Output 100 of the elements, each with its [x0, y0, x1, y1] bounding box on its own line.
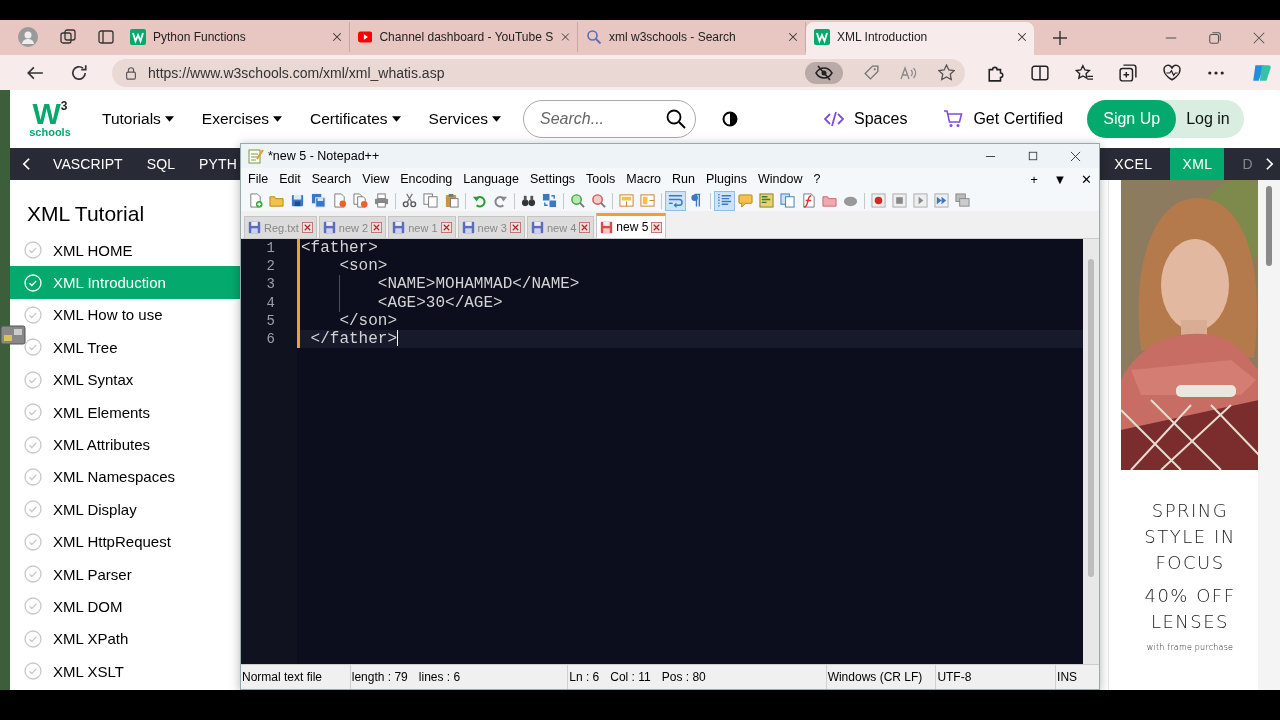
sidebar-item[interactable]: XML Parser: [10, 557, 240, 591]
menu-item[interactable]: Encoding: [395, 172, 459, 186]
favorites-icon[interactable]: [1075, 63, 1093, 82]
close-icon[interactable]: [1070, 150, 1081, 162]
indent-guide-button[interactable]: [714, 190, 735, 211]
collections-icon[interactable]: [1119, 63, 1137, 82]
star-icon[interactable]: [938, 64, 955, 81]
search-icon[interactable]: [666, 109, 686, 129]
check-circle-icon: [24, 435, 42, 454]
record-button[interactable]: [868, 190, 889, 211]
split-screen-icon[interactable]: [1031, 63, 1049, 82]
copy-icon: [423, 193, 438, 208]
scrollbar[interactable]: [1083, 239, 1099, 664]
refresh-icon[interactable]: [70, 63, 88, 82]
menu-button[interactable]: +: [1027, 171, 1041, 187]
site-logo[interactable]: W$^{3}$ schools: [30, 100, 70, 138]
tab-actions-icon[interactable]: [98, 29, 114, 45]
get-certified-link[interactable]: Get Certified: [943, 110, 1064, 128]
menu-item[interactable]: View: [357, 172, 396, 186]
menu-item[interactable]: Search: [306, 172, 358, 186]
sidebar-item[interactable]: XML Elements: [10, 395, 240, 429]
chevron-right-icon[interactable]: [1265, 157, 1274, 171]
chevron-left-icon[interactable]: [22, 157, 31, 171]
play-button[interactable]: [910, 190, 931, 211]
nav-menu[interactable]: Certificates: [310, 110, 401, 128]
close-icon[interactable]: [509, 222, 521, 233]
close-icon[interactable]: [579, 222, 591, 233]
close-icon[interactable]: [331, 31, 343, 43]
sidebar-item[interactable]: XML DOM: [10, 590, 240, 623]
sidebar-item[interactable]: XML XPath: [10, 622, 240, 656]
sidebar-item[interactable]: XML HttpRequest: [10, 525, 240, 558]
sidebar-item[interactable]: XML Attributes: [10, 428, 240, 461]
menu-item[interactable]: Settings: [524, 172, 582, 186]
heart-pulse-icon[interactable]: [1163, 63, 1181, 82]
document-list-button[interactable]: [777, 190, 798, 211]
contrast-icon[interactable]: [722, 111, 738, 127]
menu-item[interactable]: Edit: [274, 172, 307, 186]
close-icon[interactable]: [1252, 31, 1266, 45]
nav-menu[interactable]: Tutorials: [102, 110, 174, 128]
menu-item[interactable]: Language: [458, 172, 525, 186]
sidebar-item[interactable]: XML Tree: [10, 331, 240, 364]
browser-tab[interactable]: XML Introduction: [806, 22, 1034, 55]
topic-tab[interactable]: D: [1240, 148, 1255, 180]
advertisement[interactable]: SPRING STYLE IN FOCUS 40% OFF LENSES with frame purchase: [1108, 180, 1258, 690]
fast-forward-button[interactable]: [931, 190, 952, 211]
menu-item[interactable]: Macro: [621, 172, 668, 186]
document-map-button[interactable]: [756, 190, 777, 211]
browser-tab[interactable]: Python Functions: [122, 22, 350, 52]
menu-button[interactable]: ✕: [1079, 171, 1093, 187]
sidebar-item[interactable]: XML HOME: [10, 234, 240, 267]
menu-item[interactable]: ?: [808, 172, 827, 186]
code-line: <NAME>MOHAMMAD</NAME>: [301, 275, 580, 294]
restore-icon[interactable]: [1208, 31, 1222, 45]
topic-tab[interactable]: PYTH: [197, 148, 239, 180]
read-aloud-icon[interactable]: [900, 64, 918, 81]
menu-item[interactable]: File: [243, 172, 275, 186]
ad-offer: 40% OFF LENSES: [1144, 584, 1236, 634]
close-icon[interactable]: [787, 31, 799, 43]
new-file-icon: [248, 193, 263, 208]
topic-tab[interactable]: SQL: [144, 148, 178, 180]
sidebar-item[interactable]: XML How to use: [10, 298, 240, 332]
menu-item[interactable]: Tools: [581, 172, 622, 186]
close-icon[interactable]: [1016, 31, 1028, 43]
check-circle-icon: [24, 662, 42, 681]
nav-menu[interactable]: Services: [428, 110, 501, 128]
log-in-button[interactable]: Log in: [1176, 100, 1244, 138]
check-circle-icon: [24, 500, 42, 519]
spaces-link[interactable]: Spaces: [824, 110, 908, 128]
menu-item[interactable]: Window: [752, 172, 809, 186]
sidebar-item[interactable]: XML XSLT: [10, 655, 240, 688]
sidebar-item[interactable]: XML Namespaces: [10, 460, 240, 494]
copy-button[interactable]: [420, 190, 441, 211]
file-tab[interactable]: new 5: [596, 213, 667, 238]
new-tab-icon[interactable]: [1052, 30, 1068, 46]
tracking-prevention-button[interactable]: [805, 61, 843, 84]
close-icon[interactable]: [371, 222, 383, 233]
zoom-in-icon: [570, 193, 585, 208]
scrollbar[interactable]: [1258, 180, 1280, 690]
nav-menu[interactable]: Exercises: [201, 110, 283, 128]
menu-button[interactable]: ▼: [1053, 171, 1067, 187]
close-icon[interactable]: [301, 222, 313, 233]
stop-button[interactable]: [889, 190, 910, 211]
sidebar-item[interactable]: XML Display: [10, 493, 240, 526]
caret-icon: [273, 116, 283, 122]
maximize-icon[interactable]: [1028, 150, 1038, 161]
browser-tab[interactable]: Channel dashboard - YouTube S: [350, 22, 578, 52]
menu-item[interactable]: Run: [667, 172, 701, 186]
profile-icon[interactable]: [18, 27, 38, 47]
address-bar[interactable]: https://www.w3schools.com/xml/xml_whatis.asp: [112, 58, 965, 87]
tag-icon[interactable]: [863, 64, 880, 81]
widget-icon[interactable]: [0, 325, 26, 345]
close-icon[interactable]: [651, 221, 663, 233]
word-wrap-button[interactable]: [665, 190, 686, 211]
workspaces-icon[interactable]: [60, 29, 76, 45]
sidebar-item[interactable]: XML Syntax: [10, 363, 240, 396]
menu-item[interactable]: Plugins: [700, 172, 753, 186]
search-field[interactable]: Search...: [523, 100, 696, 138]
topic-tab[interactable]: XCEL: [1112, 148, 1155, 180]
topic-tab[interactable]: VASCRIPT: [51, 148, 125, 180]
close-icon[interactable]: [440, 222, 452, 233]
